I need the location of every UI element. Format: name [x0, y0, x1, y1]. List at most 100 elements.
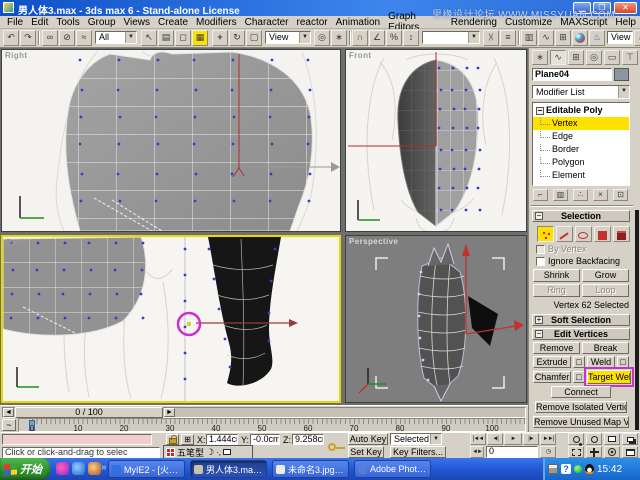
- tab-hierarchy[interactable]: ⊞: [568, 50, 584, 65]
- extrude-settings-button[interactable]: □: [573, 356, 585, 368]
- menu-item-views[interactable]: Views: [120, 17, 155, 28]
- menu-item-file[interactable]: File: [3, 17, 27, 28]
- menu-item-rendering[interactable]: Rendering: [447, 17, 501, 28]
- quicklaunch-overflow-chevron[interactable]: »: [101, 462, 107, 473]
- absolute-offset-toggle[interactable]: ⊞: [181, 434, 194, 445]
- key-mode-toggle[interactable]: ◄►: [470, 446, 484, 458]
- previous-frame-button[interactable]: ◄|: [487, 433, 503, 445]
- tab-modify[interactable]: ∿: [550, 50, 566, 65]
- ime-softkeyboard-icon[interactable]: [223, 449, 231, 455]
- current-frame-field[interactable]: 0: [486, 446, 538, 458]
- polygon-mode-button[interactable]: [594, 226, 611, 242]
- quicklaunch-media-icon[interactable]: [56, 462, 69, 475]
- bind-spacewarp-button[interactable]: ≈: [76, 30, 92, 46]
- play-button[interactable]: ►: [504, 433, 522, 445]
- pin-stack-button[interactable]: ⌐: [533, 189, 548, 201]
- chevron-down-icon[interactable]: ▼: [618, 86, 629, 98]
- start-button[interactable]: 开始: [0, 458, 50, 480]
- chevron-down-icon[interactable]: ▼: [299, 32, 310, 43]
- next-frame-button[interactable]: |►: [523, 433, 539, 445]
- angle-snap-button[interactable]: ∠: [369, 30, 385, 46]
- quicklaunch-desktop-icon[interactable]: [88, 462, 101, 475]
- taskbar-task[interactable]: 男人体3.max - 3d...: [190, 460, 267, 478]
- menu-item-character[interactable]: Character: [241, 17, 293, 28]
- soft-selection-rollout-header[interactable]: +Soft Selection: [532, 314, 630, 326]
- menu-item-modifiers[interactable]: Modifiers: [192, 17, 241, 28]
- selected-filter-dropdown[interactable]: Selected▼: [390, 433, 442, 445]
- select-and-rotate-button[interactable]: ↻: [229, 30, 245, 46]
- layer-manager-button[interactable]: ▥: [521, 30, 537, 46]
- render-type-dropdown[interactable]: View: [607, 31, 633, 44]
- x-coordinate-field[interactable]: 1.444cm: [206, 434, 238, 445]
- make-unique-button[interactable]: ∴: [573, 189, 588, 201]
- configure-stack-button[interactable]: ⊡: [613, 189, 628, 201]
- track-bar-ruler[interactable]: 0102030405060708090100: [18, 418, 526, 432]
- chamfer-button[interactable]: Chamfer: [533, 371, 571, 383]
- vertex-mode-button[interactable]: [537, 226, 554, 242]
- ring-button[interactable]: Ring: [533, 284, 580, 297]
- ime-mode-label[interactable]: 五笔型: [177, 446, 204, 459]
- close-button[interactable]: ✕: [614, 2, 637, 14]
- remove-unused-map-verts-button[interactable]: Remove Unused Map Verts: [533, 416, 629, 428]
- undo-button[interactable]: ↶: [3, 30, 19, 46]
- min-max-toggle-icon[interactable]: [622, 446, 638, 458]
- menu-item-customize[interactable]: Customize: [501, 17, 556, 28]
- zoom-icon[interactable]: [568, 433, 584, 445]
- render-scene-button[interactable]: ♨: [589, 30, 605, 46]
- stack-item-border[interactable]: Border: [533, 143, 629, 156]
- region-zoom-icon[interactable]: [568, 446, 584, 458]
- select-object-button[interactable]: ↖: [141, 30, 157, 46]
- grow-button[interactable]: Grow: [582, 269, 629, 282]
- arc-rotate-icon[interactable]: [604, 446, 620, 458]
- chevron-down-icon[interactable]: ▼: [468, 32, 479, 43]
- remove-button[interactable]: Remove: [533, 342, 580, 354]
- time-configuration-button[interactable]: ◷: [540, 446, 556, 458]
- quick-render-button[interactable]: ♨: [634, 30, 640, 46]
- pan-icon[interactable]: [586, 446, 602, 458]
- taskbar-task[interactable]: 未命名3.jpg - 画图: [272, 460, 349, 478]
- menu-item-help[interactable]: Help: [611, 17, 640, 28]
- shrink-button[interactable]: Shrink: [533, 269, 580, 282]
- prompt-line[interactable]: Click or click-and-drag to selec: [2, 447, 160, 458]
- menu-item-animation[interactable]: Animation: [332, 17, 384, 28]
- tab-create[interactable]: ∗: [532, 50, 548, 65]
- collapse-icon[interactable]: −: [536, 107, 544, 115]
- weld-button[interactable]: Weld: [587, 356, 615, 368]
- unlink-button[interactable]: ⊘: [59, 30, 75, 46]
- mini-curve-editor-button[interactable]: ~: [2, 419, 16, 431]
- tab-utilities[interactable]: ⊤: [622, 50, 638, 65]
- spinner-snap-button[interactable]: ↕: [403, 30, 419, 46]
- rect-selection-region-button[interactable]: ◻: [175, 30, 191, 46]
- by-vertex-checkbox[interactable]: [536, 245, 545, 254]
- selection-filter-dropdown[interactable]: All▼: [95, 31, 137, 44]
- zoom-extents-all-icon[interactable]: [622, 433, 638, 445]
- stack-item-polygon[interactable]: Polygon: [533, 156, 629, 169]
- volume-tray-icon[interactable]: [574, 465, 582, 473]
- restore-button[interactable]: ❐: [593, 2, 611, 14]
- chevron-down-icon[interactable]: ▼: [125, 32, 136, 43]
- tray-clock[interactable]: 15:42: [597, 464, 622, 475]
- key-filters-button[interactable]: Key Filters...: [390, 446, 446, 458]
- chevron-down-icon[interactable]: ▼: [430, 434, 441, 444]
- ime-punct-icon[interactable]: ·,: [216, 448, 221, 457]
- element-mode-button[interactable]: [613, 226, 630, 242]
- taskbar-task[interactable]: Adobe Photoshop: [354, 460, 431, 478]
- mirror-button[interactable]: )(: [483, 30, 499, 46]
- go-to-end-button[interactable]: ►►|: [540, 433, 556, 445]
- select-and-move-button[interactable]: +: [212, 30, 228, 46]
- remove-isolated-vertices-button[interactable]: Remove Isolated Vertices: [535, 401, 627, 413]
- menu-item-create[interactable]: Create: [154, 17, 192, 28]
- printer-tray-icon[interactable]: [548, 464, 558, 474]
- snap-toggle-button[interactable]: ∩: [352, 30, 368, 46]
- maxscript-listener-field[interactable]: [2, 434, 152, 445]
- break-button[interactable]: Break: [582, 342, 629, 354]
- border-mode-button[interactable]: [575, 226, 592, 242]
- ignore-backfacing-checkbox[interactable]: [536, 257, 545, 266]
- menu-item-reactor[interactable]: reactor: [293, 17, 332, 28]
- select-manipulate-button[interactable]: ∗: [331, 30, 347, 46]
- minimize-button[interactable]: ▁: [573, 2, 591, 14]
- z-coordinate-field[interactable]: 9.258cm: [292, 434, 324, 445]
- material-editor-button[interactable]: [572, 30, 588, 46]
- set-key-button[interactable]: Set Key: [348, 446, 384, 458]
- stack-item-vertex[interactable]: Vertex: [533, 117, 629, 130]
